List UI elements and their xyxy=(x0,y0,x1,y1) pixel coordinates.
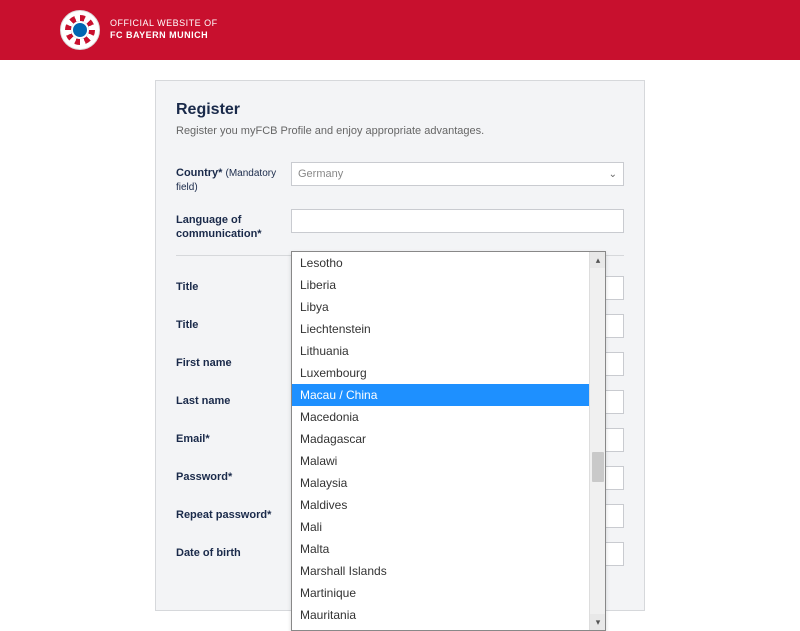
title1-label: Title xyxy=(176,276,291,294)
logo-line1: OFFICIAL WEBSITE OF xyxy=(110,18,218,30)
scroll-up-icon[interactable]: ▴ xyxy=(590,252,606,268)
country-option[interactable]: Maldives xyxy=(292,494,605,516)
page-title: Register xyxy=(176,101,624,119)
country-row: Country* (Mandatory field) Germany ⌄ xyxy=(176,162,624,195)
country-option[interactable]: Macau / China xyxy=(292,384,605,406)
country-option[interactable]: Macedonia xyxy=(292,406,605,428)
country-option[interactable]: Lesotho xyxy=(292,252,605,274)
country-option[interactable]: Malawi xyxy=(292,450,605,472)
logo-text: OFFICIAL WEBSITE OF FC BAYERN MUNICH xyxy=(110,18,218,41)
country-option[interactable]: Mauritius xyxy=(292,626,605,631)
site-header: OFFICIAL WEBSITE OF FC BAYERN MUNICH xyxy=(0,0,800,60)
country-option[interactable]: Marshall Islands xyxy=(292,560,605,582)
country-value: Germany xyxy=(298,168,343,180)
club-logo-icon xyxy=(60,10,100,50)
country-option[interactable]: Malaysia xyxy=(292,472,605,494)
country-option[interactable]: Liechtenstein xyxy=(292,318,605,340)
scroll-thumb[interactable] xyxy=(592,452,604,482)
country-option[interactable]: Lithuania xyxy=(292,340,605,362)
lastname-label: Last name xyxy=(176,390,291,408)
logo-line2: FC BAYERN MUNICH xyxy=(110,30,218,42)
language-row: Language of communication* xyxy=(176,209,624,242)
scroll-down-icon[interactable]: ▾ xyxy=(590,614,606,630)
email-label: Email* xyxy=(176,428,291,446)
country-label: Country* (Mandatory field) xyxy=(176,162,291,195)
title2-label: Title xyxy=(176,314,291,332)
dob-label: Date of birth xyxy=(176,542,291,560)
repeat-label: Repeat password* xyxy=(176,504,291,522)
country-option[interactable]: Malta xyxy=(292,538,605,560)
country-option[interactable]: Luxembourg xyxy=(292,362,605,384)
country-option[interactable]: Libya xyxy=(292,296,605,318)
country-select[interactable]: Germany ⌄ xyxy=(291,162,624,186)
chevron-down-icon: ⌄ xyxy=(609,169,617,180)
dropdown-scrollbar[interactable]: ▴ ▾ xyxy=(589,252,605,630)
country-option[interactable]: Mali xyxy=(292,516,605,538)
firstname-label: First name xyxy=(176,352,291,370)
page-subtitle: Register you myFCB Profile and enjoy app… xyxy=(176,125,624,137)
logo-area[interactable]: OFFICIAL WEBSITE OF FC BAYERN MUNICH xyxy=(60,10,218,50)
country-option[interactable]: Mauritania xyxy=(292,604,605,626)
country-option[interactable]: Liberia xyxy=(292,274,605,296)
country-option[interactable]: Martinique xyxy=(292,582,605,604)
country-option[interactable]: Madagascar xyxy=(292,428,605,450)
language-label: Language of communication* xyxy=(176,209,291,242)
register-panel: Register Register you myFCB Profile and … xyxy=(155,80,645,611)
country-dropdown: LesothoLiberiaLibyaLiechtensteinLithuani… xyxy=(291,251,606,631)
password-label: Password* xyxy=(176,466,291,484)
language-select[interactable] xyxy=(291,209,624,233)
